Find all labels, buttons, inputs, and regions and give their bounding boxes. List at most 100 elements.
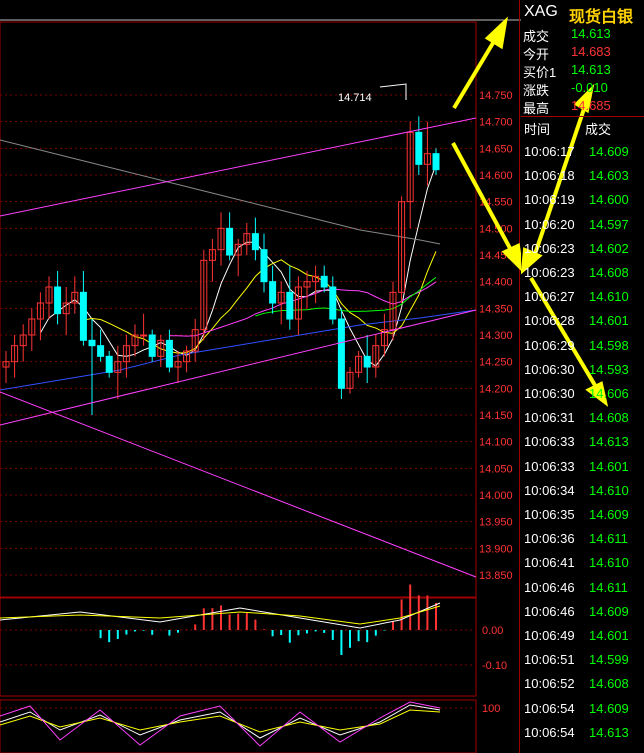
tick-price: 14.597 (589, 216, 629, 232)
tick-header-time: 时间 (524, 122, 551, 137)
tick-time: 10:06:35 (524, 507, 575, 522)
y-tick-label: 14.250 (479, 357, 513, 369)
tick-time: 10:06:28 (524, 313, 575, 329)
y-tick-label: 14.400 (479, 277, 513, 289)
y-tick-label: 14.000 (479, 490, 513, 502)
tick-row[interactable]: 10:06:51 14.599 (521, 652, 644, 675)
kdj-100-label: 100 (482, 703, 500, 715)
main-chart-frame (0, 21, 477, 598)
tick-header-price: 成交 (585, 122, 612, 137)
tick-row[interactable]: 10:06:34 14.610 (521, 483, 644, 506)
tick-row[interactable]: 10:06:28 14.601 (521, 313, 644, 336)
y-tick-label: 14.150 (479, 410, 513, 422)
tick-row[interactable]: 10:06:18 14.603 (521, 168, 644, 191)
kdj-d-line (0, 709, 441, 733)
candle-body (148, 334, 156, 357)
macd-zero-label: 0.00 (482, 625, 503, 637)
tick-time: 10:06:49 (524, 628, 575, 643)
candle-body (251, 233, 259, 251)
tick-time: 10:06:17 (524, 144, 575, 159)
tick-time: 10:06:51 (524, 652, 575, 668)
kdj-lines (0, 701, 441, 747)
candle-body (226, 227, 234, 256)
quote-value: 14.683 (571, 44, 611, 59)
tick-list-header: 时间 成交 (521, 116, 644, 138)
tick-time: 10:06:36 (524, 531, 575, 547)
tick-price: 14.609 (589, 144, 629, 159)
y-tick-label: 14.100 (479, 437, 513, 449)
tick-price: 14.600 (589, 192, 629, 208)
tick-row[interactable]: 10:06:33 14.601 (521, 459, 644, 482)
candles (2, 116, 440, 415)
candle-body (88, 339, 96, 347)
candle-body (260, 249, 268, 283)
arrow-up-head-icon (484, 16, 508, 50)
candlestick-chart[interactable]: 14.75014.70014.65014.60014.55014.50014.4… (0, 0, 521, 753)
tick-row[interactable]: 10:06:17 14.609 (521, 144, 644, 167)
quote-label: 涨跌 (523, 83, 550, 98)
tick-row[interactable]: 10:06:49 14.601 (521, 628, 644, 651)
tick-row[interactable]: 10:06:27 14.610 (521, 289, 644, 312)
candle-body (165, 339, 173, 368)
tick-row[interactable]: 10:06:54 14.609 (521, 701, 644, 724)
tick-row[interactable]: 10:06:52 14.608 (521, 676, 644, 699)
quote-label: 成交 (523, 29, 550, 44)
tick-row[interactable]: 10:06:35 14.609 (521, 507, 644, 530)
tick-row[interactable]: 10:06:19 14.600 (521, 192, 644, 215)
tick-time: 10:06:30 (524, 386, 575, 401)
symbol-name: 现货白银 (569, 9, 634, 26)
tick-row[interactable]: 10:06:46 14.609 (521, 604, 644, 627)
quote-label: 买价1 (523, 65, 557, 80)
quote-row: 最高 14.685 (523, 98, 643, 116)
quote-label: 最高 (523, 101, 550, 116)
tick-price: 14.610 (589, 482, 629, 498)
y-tick-label: 14.600 (479, 170, 513, 182)
quote-row: 买价1 14.613 (523, 62, 643, 80)
tick-row[interactable]: 10:06:36 14.611 (521, 531, 644, 554)
candle-body (97, 345, 105, 357)
tick-price: 14.599 (589, 652, 629, 668)
tick-price: 14.608 (589, 265, 629, 280)
tick-time: 10:06:31 (524, 410, 575, 426)
tick-row[interactable]: 10:06:41 14.610 (521, 555, 644, 578)
tick-row[interactable]: 10:06:54 14.613 (521, 725, 644, 748)
tick-row[interactable]: 10:06:23 14.608 (521, 265, 644, 288)
descending-line (0, 391, 477, 578)
tick-row[interactable]: 10:06:33 14.613 (521, 434, 644, 457)
tick-row[interactable]: 10:06:23 14.602 (521, 241, 644, 264)
y-tick-label: 14.050 (479, 463, 513, 475)
quote-value: -0.010 (571, 80, 608, 95)
tick-price: 14.613 (589, 434, 629, 450)
tick-time: 10:06:33 (524, 458, 575, 474)
tick-row[interactable]: 10:06:29 14.598 (521, 338, 644, 361)
tick-row[interactable]: 10:06:30 14.593 (521, 362, 644, 385)
high-marker (379, 83, 407, 100)
tick-row[interactable]: 10:06:30 14.606 (521, 386, 644, 409)
quote-value: 14.685 (571, 98, 611, 113)
tick-row[interactable]: 10:06:20 14.597 (521, 217, 644, 240)
tick-time: 10:06:20 (524, 216, 575, 232)
tick-row[interactable]: 10:06:31 14.608 (521, 410, 644, 433)
y-tick-label: 13.900 (479, 543, 513, 555)
y-tick-label: 14.350 (479, 303, 513, 315)
tick-time: 10:06:30 (524, 361, 575, 377)
macd-bars (0, 584, 441, 655)
tick-row[interactable]: 10:06:46 14.611 (521, 580, 644, 603)
y-tick-label: 13.850 (479, 570, 513, 582)
candle-body (79, 291, 87, 341)
tick-time: 10:06:18 (524, 168, 575, 184)
candle-body (415, 131, 423, 165)
quote-value: 14.613 (571, 26, 611, 41)
quote-row: 今开 14.683 (523, 44, 643, 62)
quote-label: 今开 (523, 47, 550, 62)
tick-price: 14.593 (589, 361, 629, 377)
quote-side-panel: XAG 现货白银 成交 14.613 今开 14.683 买价1 14.613 涨跌 -0.0… (521, 0, 644, 753)
y-tick-label: 14.700 (479, 117, 513, 129)
tick-time: 10:06:46 (524, 579, 575, 595)
quote-row: 涨跌 -0.010 (523, 80, 643, 98)
tick-time: 10:06:54 (524, 724, 575, 740)
tick-time: 10:06:33 (524, 434, 575, 450)
channel-lower-line (0, 309, 477, 426)
candle-body (105, 355, 113, 373)
symbol-bar: XAG 现货白银 (521, 0, 644, 26)
